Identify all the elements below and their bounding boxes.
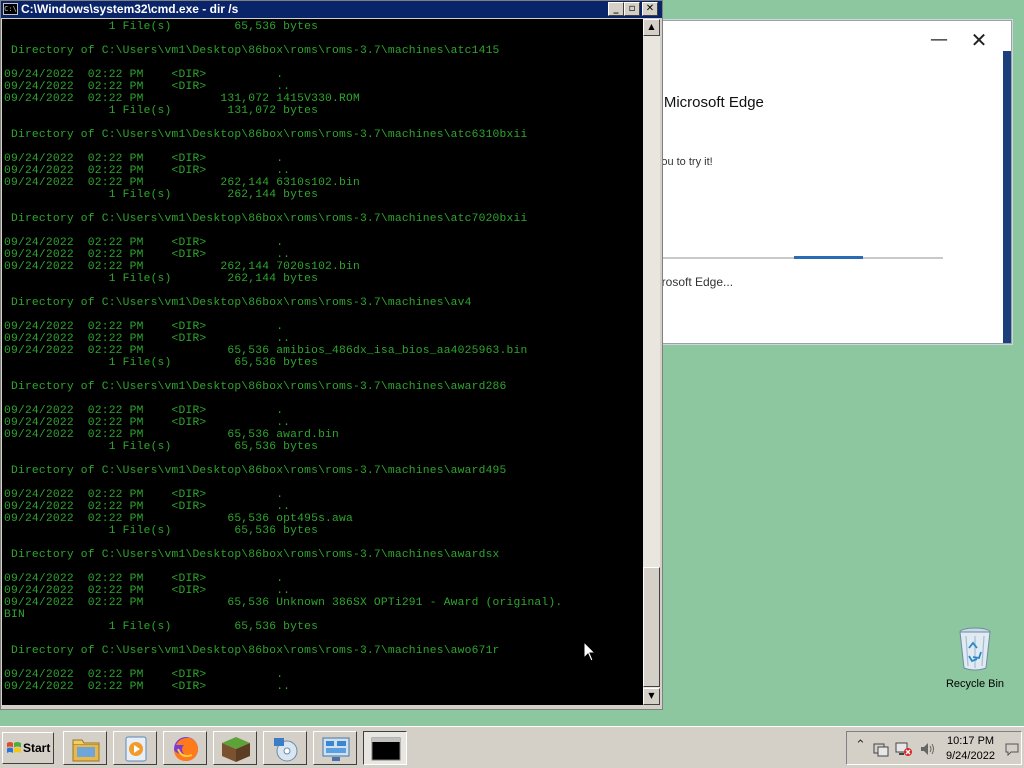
cmd-close-button[interactable]: ✕ (642, 2, 658, 16)
taskbar-cmd-button[interactable] (363, 731, 407, 765)
scrollbar-thumb[interactable] (643, 567, 660, 687)
recycle-bin-shortcut[interactable]: Recycle Bin (940, 626, 1010, 690)
scroll-up-button[interactable]: ▲ (643, 19, 660, 36)
recycle-bin-icon (959, 627, 991, 671)
system-tray: ⌃ 10:17 PM 9/24/2022 (846, 731, 1022, 765)
edge-window-accent (1003, 51, 1011, 343)
edge-minimize-button[interactable]: — (925, 29, 953, 51)
cmd-title-bar[interactable]: C:\ C:\Windows\system32\cmd.exe - dir /s… (1, 1, 662, 18)
taskbar-firefox-button[interactable] (163, 731, 207, 765)
taskbar-explorer-button[interactable] (63, 731, 107, 765)
scroll-down-button[interactable]: ▼ (643, 688, 660, 705)
windows-flag-icon (7, 742, 21, 753)
volume-icon[interactable] (919, 741, 937, 757)
tray-clock-time[interactable]: 10:17 PM (947, 735, 994, 747)
network-error-icon[interactable] (895, 741, 913, 757)
cmd-output-text: 1 File(s) 65,536 bytes Directory of C:\U… (4, 21, 563, 693)
tray-expand-icon[interactable]: ⌃ (855, 738, 866, 753)
cmd-scrollbar[interactable]: ▲ ▼ (643, 19, 660, 705)
taskbar-disc-button[interactable] (263, 731, 307, 765)
mouse-cursor-icon (584, 642, 596, 662)
firefox-icon (174, 737, 198, 761)
cmd-minimize-button[interactable]: _ (608, 2, 624, 16)
taskbar: Start ⌃ 10:17 PM 9/24/2022 (0, 726, 1024, 768)
recycle-bin-label: Recycle Bin (945, 678, 1005, 690)
notification-icon[interactable] (1005, 742, 1019, 756)
media-player-icon (125, 736, 147, 762)
edge-close-button[interactable]: ✕ (965, 29, 993, 51)
taskbar-control-panel-button[interactable] (313, 731, 357, 765)
folder-icon (72, 739, 100, 762)
cmd-window[interactable]: C:\ C:\Windows\system32\cmd.exe - dir /s… (0, 0, 663, 710)
cmd-window-icon[interactable]: C:\ (3, 3, 18, 15)
taskbar-minecraft-button[interactable] (213, 731, 257, 765)
control-panel-icon (322, 737, 350, 761)
minecraft-icon (222, 737, 250, 762)
edge-progress-fill (794, 256, 863, 259)
disc-icon (274, 738, 298, 762)
edge-progress-bar (643, 256, 943, 259)
cmd-maximize-button[interactable]: ▫ (624, 2, 640, 16)
start-button[interactable]: Start (2, 732, 54, 764)
taskbar-media-button[interactable] (113, 731, 157, 765)
tray-clock-date[interactable]: 9/24/2022 (946, 750, 995, 762)
action-center-icon[interactable] (873, 741, 889, 757)
cmd-output-area[interactable]: 1 File(s) 65,536 bytes Directory of C:\U… (2, 19, 643, 705)
start-label: Start (23, 741, 51, 755)
cmd-window-title: C:\Windows\system32\cmd.exe - dir /s (21, 2, 239, 16)
cmd-icon (371, 737, 401, 761)
